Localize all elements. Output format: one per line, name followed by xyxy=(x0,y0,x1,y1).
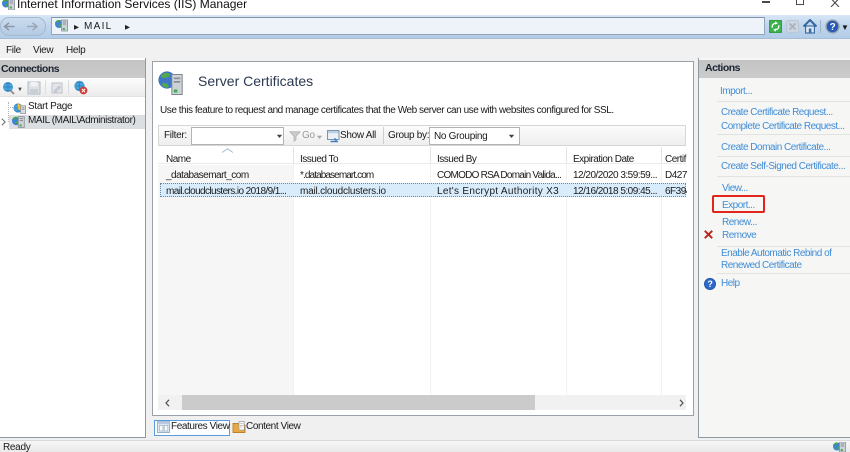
svg-text:?: ? xyxy=(830,22,836,33)
svg-text:?: ? xyxy=(707,279,712,289)
